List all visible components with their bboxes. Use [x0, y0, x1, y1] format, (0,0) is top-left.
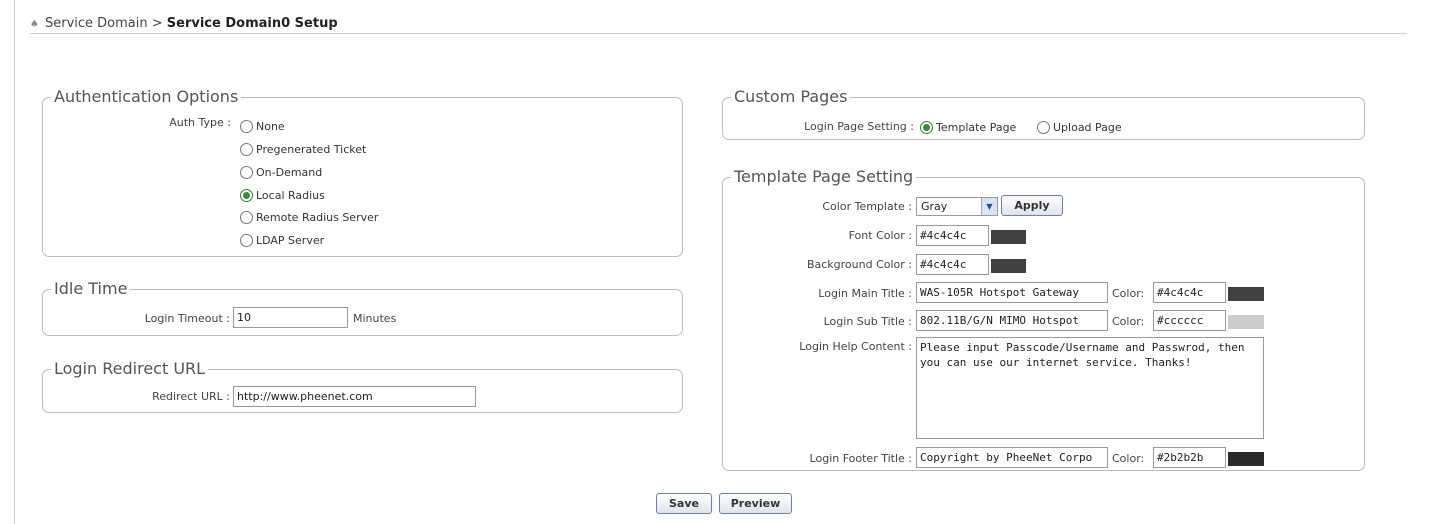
color-template-select[interactable]: Gray ▼: [916, 197, 998, 216]
auth-option-none[interactable]: None: [240, 115, 285, 137]
main-title-color-swatch: [1228, 287, 1264, 301]
login-footer-title-input[interactable]: Copyright by PheeNet Corpo: [916, 447, 1108, 468]
auth-option-ldap-server[interactable]: LDAP Server: [240, 229, 324, 251]
login-main-title-input[interactable]: WAS-105R Hotspot Gateway: [916, 282, 1108, 303]
save-button[interactable]: Save: [656, 493, 712, 514]
login-footer-title-label: Login Footer Title :: [809, 452, 912, 465]
redirect-url-panel: Login Redirect URL Redirect URL : http:/…: [42, 359, 683, 413]
login-main-title-label: Login Main Title :: [818, 287, 912, 300]
radio-upload-page[interactable]: [1037, 120, 1050, 134]
radio-local-radius[interactable]: [240, 188, 253, 202]
login-timeout-input[interactable]: 10: [233, 307, 348, 328]
sub-title-color-label: Color:: [1112, 315, 1145, 328]
auth-option-remote-radius-server[interactable]: Remote Radius Server: [240, 206, 378, 228]
redirect-url-legend: Login Redirect URL: [51, 359, 209, 379]
home-icon: ♠: [30, 19, 39, 30]
option-upload-page[interactable]: Upload Page: [1037, 116, 1122, 138]
font-color-swatch: [991, 230, 1026, 244]
footer-color-swatch: [1228, 452, 1264, 466]
redirect-url-label: Redirect URL :: [152, 390, 230, 403]
template-page-legend: Template Page Setting: [731, 167, 917, 187]
breadcrumb: ♠ Service Domain > Service Domain0 Setup: [30, 16, 338, 31]
main-title-color-input[interactable]: #4c4c4c: [1153, 282, 1226, 303]
radio-remote-radius-server[interactable]: [240, 210, 253, 224]
background-color-label: Background Color :: [806, 258, 912, 271]
breadcrumb-separator: >: [151, 16, 163, 31]
login-timeout-unit: Minutes: [353, 312, 397, 325]
font-color-label: Font Color :: [848, 229, 912, 242]
auth-option-pregenerated-ticket[interactable]: Pregenerated Ticket: [240, 138, 366, 160]
main-title-color-label: Color:: [1112, 287, 1145, 300]
header-divider: [30, 33, 1407, 34]
sub-title-color-input[interactable]: #cccccc: [1153, 310, 1226, 331]
radio-ldap-server[interactable]: [240, 233, 253, 247]
radio-pregenerated-ticket[interactable]: [240, 142, 253, 156]
template-page-panel: Template Page Setting Color Template : G…: [722, 167, 1365, 471]
footer-color-input[interactable]: #2b2b2b: [1153, 447, 1226, 468]
custom-pages-panel: Custom Pages Login Page Setting : Templa…: [722, 87, 1365, 140]
preview-button[interactable]: Preview: [719, 493, 792, 514]
login-timeout-label: Login Timeout :: [144, 312, 230, 325]
login-page-setting-label: Login Page Setting :: [804, 120, 914, 133]
radio-on-demand[interactable]: [240, 165, 253, 179]
auth-options-legend: Authentication Options: [51, 87, 242, 107]
login-sub-title-input[interactable]: 802.11B/G/N MIMO Hotspot: [916, 310, 1108, 331]
left-divider: [14, 0, 15, 524]
page-title: Service Domain0 Setup: [166, 16, 338, 31]
radio-none[interactable]: [240, 119, 253, 133]
apply-button[interactable]: Apply: [1001, 195, 1063, 216]
breadcrumb-section[interactable]: Service Domain: [45, 16, 148, 31]
option-template-page[interactable]: Template Page: [920, 116, 1016, 138]
background-color-swatch: [991, 259, 1026, 273]
sub-title-color-swatch: [1228, 315, 1264, 329]
redirect-url-input[interactable]: http://www.pheenet.com: [233, 386, 476, 407]
custom-pages-legend: Custom Pages: [731, 87, 851, 107]
footer-color-label: Color:: [1112, 452, 1145, 465]
login-help-content-textarea[interactable]: Please input Passcode/Username and Passw…: [916, 337, 1264, 439]
login-help-content-label: Login Help Content :: [799, 340, 912, 353]
background-color-input[interactable]: #4c4c4c: [916, 254, 989, 275]
idle-time-legend: Idle Time: [51, 279, 131, 299]
auth-options-panel: Authentication Options Auth Type : None …: [42, 87, 683, 257]
auth-type-label: Auth Type :: [169, 116, 231, 129]
login-sub-title-label: Login Sub Title :: [823, 315, 912, 328]
radio-template-page[interactable]: [920, 120, 933, 134]
font-color-input[interactable]: #4c4c4c: [916, 225, 989, 246]
auth-option-on-demand[interactable]: On-Demand: [240, 161, 322, 183]
chevron-down-icon[interactable]: ▼: [981, 198, 997, 215]
color-template-label: Color Template :: [822, 200, 912, 213]
idle-time-panel: Idle Time Login Timeout : 10 Minutes: [42, 279, 683, 336]
auth-option-local-radius[interactable]: Local Radius: [240, 184, 325, 206]
